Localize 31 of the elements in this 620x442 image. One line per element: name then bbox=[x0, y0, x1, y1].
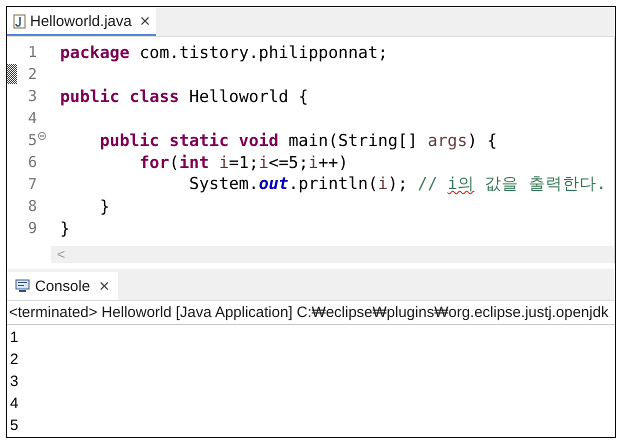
tab-title: Console bbox=[35, 278, 90, 294]
monitor-icon bbox=[15, 279, 30, 293]
line-number: 4 bbox=[26, 109, 37, 128]
console-output-line: 4 bbox=[10, 394, 20, 414]
console-output-line: 2 bbox=[10, 350, 20, 370]
close-button[interactable]: × bbox=[140, 12, 150, 30]
line-number: 6 bbox=[26, 153, 37, 172]
line-number: 2 bbox=[26, 65, 37, 84]
tab-title: Helloworld.java bbox=[30, 12, 132, 30]
collapse-icon[interactable] bbox=[38, 132, 46, 140]
java-file-icon bbox=[13, 14, 26, 29]
line-number: 9 bbox=[26, 219, 37, 238]
code-line: package com.tistory.philipponnat; bbox=[60, 42, 388, 62]
line-number: 1 bbox=[26, 43, 37, 62]
code-line: for(int i=1;i<=5;i++) bbox=[138, 152, 348, 172]
console-output-line: 1 bbox=[10, 328, 20, 348]
code-line: public class Helloworld { bbox=[60, 86, 308, 106]
line-number: 5 bbox=[26, 131, 37, 150]
line-number: 7 bbox=[26, 175, 37, 194]
console-status: <terminated> Helloworld [Java Application] C:₩eclipse₩plugins₩org.eclipse.justj.openjdk bbox=[7, 301, 615, 325]
code-line: System.out.println(i); // i의 값을 출력한다. bbox=[188, 173, 606, 196]
editor-tab[interactable]: Helloworld.java × bbox=[7, 8, 156, 36]
console-output-line: 5 bbox=[10, 416, 20, 436]
console-tab[interactable]: Console × bbox=[7, 272, 118, 300]
close-button[interactable]: × bbox=[99, 277, 110, 295]
console-output-line: 3 bbox=[10, 372, 20, 392]
code-line: } bbox=[98, 196, 110, 216]
code-line: public static void main(String[] args) { bbox=[98, 130, 498, 150]
code-line: } bbox=[60, 218, 70, 238]
line-number: 3 bbox=[26, 87, 37, 106]
line-number: 8 bbox=[26, 197, 37, 216]
